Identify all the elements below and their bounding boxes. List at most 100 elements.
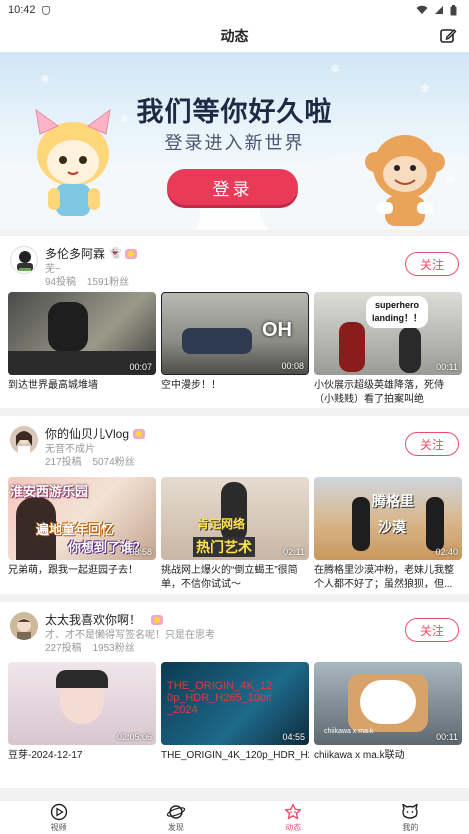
banner-headline: 我们等你好久啦 [136,97,333,127]
video-duration: 00:11 [436,732,458,742]
video-thumbnail: 腾格里 沙漠 02:40 [314,477,462,560]
video-row: 00:07 到达世界最高城堆墙 OH 00:08 空中漫步！！ superher… [8,292,462,407]
uploader-header: 太太我喜欢你啊！ 才、才不是懒得写签名呢！只是在思考 227投稿 1953粉丝 … [0,602,469,654]
video-title: 豆芽-2024-12-17 [8,750,83,761]
video-thumbnail: 肯定网络 热门艺术 02:11 [161,477,309,560]
video-thumbnail: THE_ORIGIN_4K_12 0p_HDR_H265_10bit _2024… [161,662,309,745]
video-overlay-text: 淮安西游乐园 [10,484,89,499]
bottom-nav: 视频 发现 动态 我的 [0,800,469,834]
video-item[interactable]: chiikawa x ma.k 00:11 chiikawa x ma.k联动 [314,662,462,777]
post-count: 217投稿 [45,457,82,468]
video-item[interactable]: superhero landing！！ 00:11 小伙展示超级英雄降落，死侍（… [314,292,462,407]
video-thumbnail: superhero landing！！ 00:11 [314,292,462,375]
video-overlay-text: superhero landing！！ [366,296,428,328]
video-duration: 03:58 [129,547,152,557]
video-overlay-text: 肯定网络 [197,517,246,531]
video-title: 小伙展示超级英雄降落，死侍（小贱贱）看了拍案叫绝 [314,380,444,405]
login-button[interactable]: 登录 [167,169,298,205]
uploader-card: 你的仙贝儿Vlog 无音不成片 217投稿 5074粉丝 关注 淮安西游乐园 遍… [0,416,469,594]
post-count: 94投稿 [45,277,77,288]
video-thumbnail: chiikawa x ma.k 00:11 [314,662,462,745]
video-item[interactable]: 淮安西游乐园 遍地童年回忆 你想到了谁？ 03:58 兄弟萌，跟我一起逛园子去！ [8,477,156,592]
video-duration: 00:08 [281,361,304,371]
level-badge-icon [133,428,146,439]
nav-item-feed[interactable]: 动态 [235,801,352,834]
nav-label: 我的 [402,822,419,832]
edit-icon[interactable] [439,27,457,45]
video-title: THE_ORIGIN_4K_120p_HDR_H265_10bit_2024 [161,750,309,761]
shield-icon [41,5,50,15]
uploader-stats: 94投稿 1591粉丝 [45,273,137,288]
video-overlay-text: 遍地童年回忆 [36,522,115,537]
fan-count: 1953粉丝 [92,643,135,654]
nav-item-mine[interactable]: 我的 [352,801,469,834]
status-bar: 10:42 [0,0,469,20]
video-title: chiikawa x ma.k联动 [314,750,405,761]
app-header: 动态 [0,20,469,52]
video-thumbnail: 淮安西游乐园 遍地童年回忆 你想到了谁？ 03:58 [8,477,156,560]
post-count: 227投稿 [45,643,82,654]
video-duration: 02:11 [283,547,305,557]
video-overlay-text: 热门艺术 [193,537,255,557]
status-time: 10:42 [8,4,36,16]
video-title: 兄弟萌，跟我一起逛园子去！ [8,565,138,576]
video-play-icon [50,803,67,820]
video-overlay-text: 沙漠 [378,519,406,535]
nav-item-video[interactable]: 视频 [0,801,117,834]
follow-button[interactable]: 关注 [405,618,459,642]
video-title: 挑战网上爆火的“倒立蝎王”很简单，不信你试试～ [161,565,298,590]
video-item[interactable]: 腾格里 沙漠 02:40 在腾格里沙漠冲粉，老妹儿我整个人都不好了；虽然狼狈，但… [314,477,462,592]
login-banner: ❄ ❄ ❄ ❄ ❄ 我们等你好久啦 登录进入新世界 登录 [0,52,469,230]
snowflake-icon: ❄ [40,72,51,86]
avatar[interactable] [10,426,38,454]
nav-label: 动态 [285,822,302,832]
video-duration: 00:11 [436,362,458,372]
video-thumbnail: 02:05:06 [8,662,156,745]
nav-label: 发现 [167,822,184,832]
nav-item-discover[interactable]: 发现 [117,801,234,834]
video-title: 空中漫步！！ [161,380,221,391]
star-icon [285,803,302,819]
wifi-icon [416,5,428,14]
video-duration: 02:40 [435,547,458,557]
video-duration: 02:05:06 [116,732,152,742]
video-item[interactable]: THE_ORIGIN_4K_12 0p_HDR_H265_10bit _2024… [161,662,309,777]
uploader-card: 多伦多阿霖 👻 芜~ 94投稿 1591粉丝 关注 00:07 到达世界最高城堆… [0,236,469,408]
nav-label: 视频 [50,822,67,832]
ghost-emoji-icon: 👻 [109,248,122,259]
uploader-header: 多伦多阿霖 👻 芜~ 94投稿 1591粉丝 关注 [0,236,469,288]
video-thumbnail: OH 00:08 [161,292,309,375]
video-item[interactable]: 肯定网络 热门艺术 02:11 挑战网上爆火的“倒立蝎王”很简单，不信你试试～ [161,477,309,592]
level-badge-icon [151,614,164,625]
follow-button[interactable]: 关注 [405,252,459,276]
level-badge-icon [125,248,138,259]
video-item[interactable]: 02:05:06 豆芽-2024-12-17 [8,662,156,777]
video-item[interactable]: OH 00:08 空中漫步！！ [161,292,309,407]
fan-count: 1591粉丝 [86,277,130,288]
video-overlay-text: chiikawa x ma.k [324,728,374,735]
page-title: 动态 [220,28,249,44]
uploader-stats: 217投稿 5074粉丝 [45,453,143,468]
uploader-card: 太太我喜欢你啊！ 才、才不是懒得写签名呢！只是在思考 227投稿 1953粉丝 … [0,602,469,788]
signal-icon [435,6,443,14]
avatar[interactable] [10,612,38,640]
video-overlay-text: 腾格里 [372,493,414,509]
video-duration: 04:55 [282,732,305,742]
video-item[interactable]: 00:07 到达世界最高城堆墙 [8,292,156,407]
battery-icon [450,4,457,15]
video-thumbnail: 00:07 [8,292,156,375]
mascot-face-icon [402,803,419,819]
snowflake-icon: ❄ [330,62,341,76]
fan-count: 5074粉丝 [92,457,135,468]
follow-button[interactable]: 关注 [405,432,459,456]
video-overlay-text: OH [262,319,292,341]
video-duration: 00:07 [129,362,152,372]
uploader-stats: 227投稿 1953粉丝 [45,639,143,654]
planet-icon [166,804,185,819]
uploader-header: 你的仙贝儿Vlog 无音不成片 217投稿 5074粉丝 关注 [0,416,469,468]
video-row: 淮安西游乐园 遍地童年回忆 你想到了谁？ 03:58 兄弟萌，跟我一起逛园子去！… [8,477,462,592]
video-title: 在腾格里沙漠冲粉，老妹儿我整个人都不好了；虽然狼狈，但... [314,565,454,590]
video-row: 02:05:06 豆芽-2024-12-17 THE_ORIGIN_4K_12 … [8,662,462,777]
video-title: 到达世界最高城堆墙 [8,380,98,391]
avatar[interactable] [10,246,38,274]
